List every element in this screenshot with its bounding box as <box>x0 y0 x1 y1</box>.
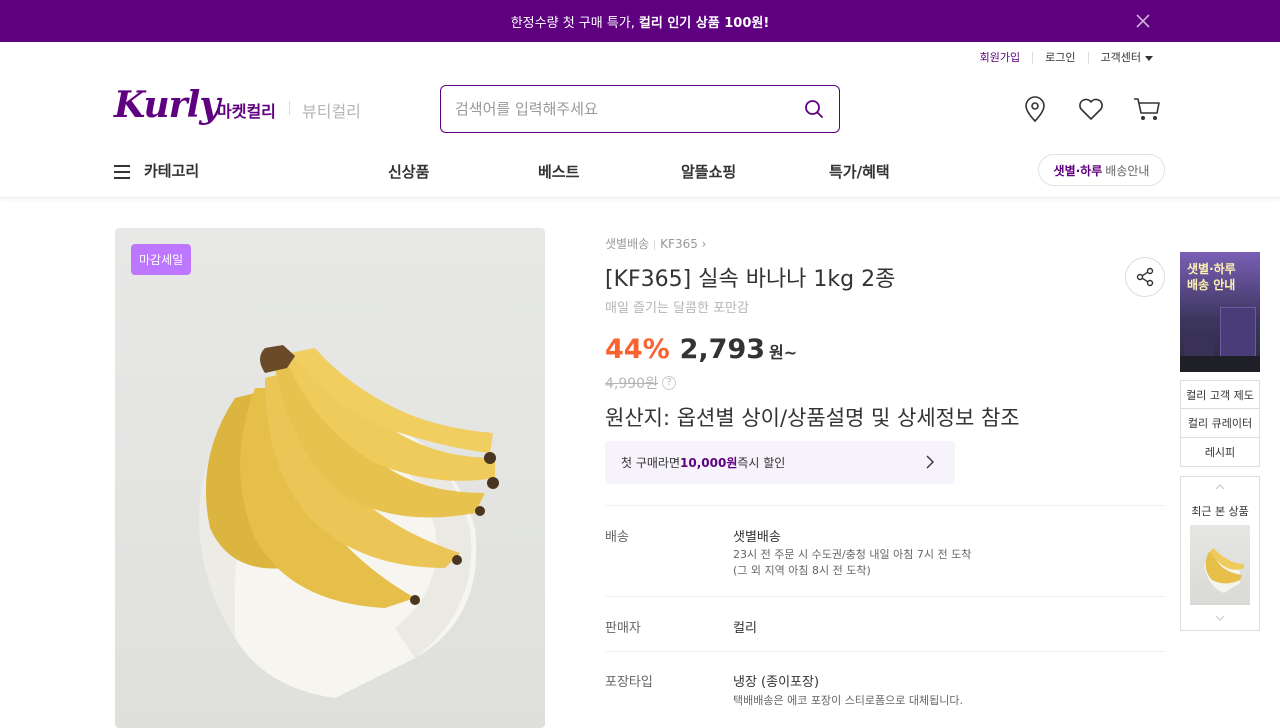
price-block: 44% 2,793 원~ <box>605 334 797 365</box>
global-navigation: 카테고리 신상품 베스트 알뜰쇼핑 특가/혜택 샛별·하루 배송안내 <box>0 146 1280 198</box>
delivery-value: 샛별배송 <box>733 530 781 545</box>
nav-special-offers[interactable]: 특가/혜택 <box>829 161 890 182</box>
chevron-up-icon[interactable] <box>1215 482 1225 492</box>
divider <box>289 101 290 115</box>
promo-banner[interactable]: 한정수량 첫 구매 특가, 컬리 인기 상품 100원! <box>0 0 1280 42</box>
kurly-logo[interactable]: Kurly <box>114 84 220 126</box>
package-row: 포장타입 냉장 (종이포장) 택배배송은 에코 포장이 스티로폼으로 대체됩니다… <box>605 651 1165 720</box>
sale-price: 2,793 <box>679 334 766 365</box>
delivery-info-button[interactable]: 샛별·하루 배송안내 <box>1038 154 1165 186</box>
delivery-row: 배송 샛별배송 23시 전 주문 시 수도권/충청 내일 아침 7시 전 도착 … <box>605 505 1165 595</box>
delivery-desc-1: 23시 전 주문 시 수도권/충청 내일 아침 7시 전 도착 <box>733 548 972 561</box>
beauty-kurly-tab[interactable]: 뷰티컬리 <box>302 98 361 122</box>
delivery-info-text: 배송안내 <box>1105 163 1150 178</box>
caret-down-icon <box>1145 55 1153 61</box>
search-box <box>440 85 840 133</box>
category-label: 카테고리 <box>144 162 200 180</box>
truck-image <box>1220 307 1256 357</box>
product-title: [KF365] 실속 바나나 1kg 2종 <box>605 267 896 292</box>
quick-link-customer-policy[interactable]: 컬리 고객 제도 <box>1180 380 1260 409</box>
quick-links: 컬리 고객 제도 컬리 큐레이터 레시피 <box>1180 380 1260 467</box>
discount-rate: 44% <box>605 334 670 365</box>
origin-info: 원산지: 옵션별 상이/상품설명 및 상세정보 참조 <box>605 406 1020 430</box>
recent-product-thumbnail[interactable] <box>1190 525 1250 605</box>
coupon-post: 즉시 할인 <box>737 456 786 470</box>
utility-menu: 회원가입 로그인 고객센터 <box>968 52 1165 64</box>
breadcrumb: 샛별배송 KF365 › <box>605 235 706 252</box>
question-icon[interactable]: ? <box>662 376 676 390</box>
nav-new-products[interactable]: 신상품 <box>388 161 429 182</box>
breadcrumb-brand-link[interactable]: KF365 <box>660 237 698 251</box>
banner-text: 샛별·하루 배송 안내 <box>1187 262 1236 292</box>
hamburger-icon <box>114 164 130 179</box>
delivery-guide-banner[interactable]: 샛별·하루 배송 안내 <box>1180 252 1260 372</box>
search-icon[interactable] <box>803 98 825 120</box>
first-purchase-coupon[interactable]: 첫 구매라면 10,000원 즉시 할인 <box>605 441 955 484</box>
delivery-label: 배송 <box>605 530 629 545</box>
close-icon[interactable] <box>1134 12 1152 30</box>
product-subtitle: 매일 즐기는 달콤한 포만감 <box>605 301 749 316</box>
road-image <box>1180 356 1260 372</box>
customer-center-link[interactable]: 고객센터 <box>1087 52 1165 64</box>
location-pin-icon[interactable] <box>1020 94 1050 124</box>
promo-bold-text: 컬리 인기 상품 100원! <box>638 15 770 31</box>
product-image: 마감세일 <box>115 228 545 728</box>
package-label: 포장타입 <box>605 675 653 690</box>
chevron-down-icon[interactable] <box>1215 613 1225 623</box>
share-icon <box>1136 267 1154 287</box>
recent-products-title: 최근 본 상품 <box>1191 505 1249 518</box>
heart-icon[interactable] <box>1076 94 1106 124</box>
banana-illustration <box>199 345 499 698</box>
price-unit: 원~ <box>769 343 798 362</box>
login-link[interactable]: 로그인 <box>1032 52 1087 64</box>
seller-value: 컬리 <box>733 621 757 636</box>
search-input[interactable] <box>455 100 803 118</box>
coupon-pre: 첫 구매라면 <box>621 456 681 470</box>
coupon-amount: 10,000원 <box>680 456 738 470</box>
breadcrumb-delivery: 샛별배송 <box>605 237 650 251</box>
original-price: 4,990원 <box>605 376 658 392</box>
truck-image <box>1184 334 1214 358</box>
chevron-right-icon <box>926 455 934 469</box>
share-button[interactable] <box>1125 257 1165 297</box>
nav-bargain[interactable]: 알뜰쇼핑 <box>681 161 736 182</box>
sale-badge: 마감세일 <box>131 244 192 275</box>
promo-text: 한정수량 첫 구매 특가, <box>510 15 635 31</box>
quick-link-curator[interactable]: 컬리 큐레이터 <box>1180 409 1260 438</box>
category-menu[interactable]: 카테고리 <box>114 160 199 181</box>
recent-products-panel: 최근 본 상품 <box>1180 476 1260 631</box>
delivery-desc-2: (그 외 지역 아침 8시 전 도착) <box>733 564 871 577</box>
package-value: 냉장 (종이포장) <box>733 675 820 690</box>
signup-link[interactable]: 회원가입 <box>968 52 1032 64</box>
delivery-info-bold: 샛별·하루 <box>1053 163 1103 178</box>
seller-label: 판매자 <box>605 621 641 636</box>
market-kurly-tab[interactable]: 마켓컬리 <box>217 98 276 122</box>
chevron-right-icon: › <box>697 237 707 251</box>
seller-row: 판매자 컬리 <box>605 596 1165 651</box>
nav-best[interactable]: 베스트 <box>538 161 579 182</box>
package-desc: 택배배송은 에코 포장이 스티로폼으로 대체됩니다. <box>733 694 964 707</box>
quick-link-recipe[interactable]: 레시피 <box>1180 438 1260 467</box>
cart-icon[interactable] <box>1132 94 1162 124</box>
